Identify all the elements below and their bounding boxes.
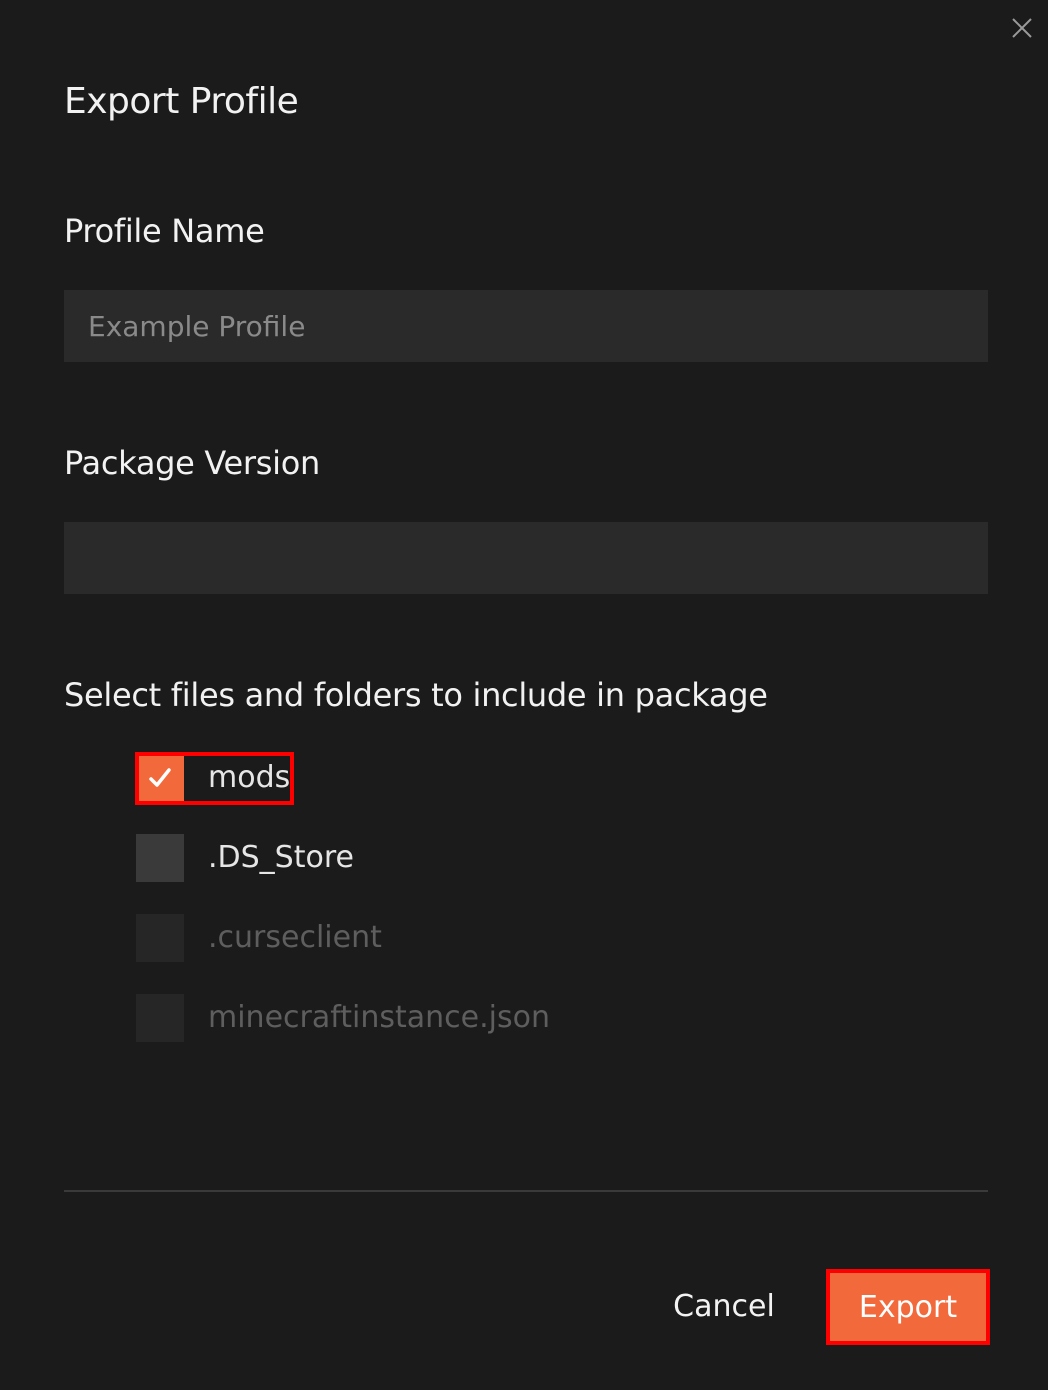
file-row-ds-store[interactable]: .DS_Store bbox=[136, 834, 354, 882]
export-button[interactable]: Export bbox=[830, 1273, 986, 1341]
mods-checkbox[interactable] bbox=[136, 754, 184, 802]
package-version-input[interactable] bbox=[64, 522, 988, 594]
profile-name-label: Profile Name bbox=[64, 212, 265, 250]
package-version-label: Package Version bbox=[64, 444, 320, 482]
minecraftinstance-checkbox bbox=[136, 994, 184, 1042]
checkmark-icon bbox=[149, 768, 171, 787]
close-button[interactable] bbox=[1004, 10, 1040, 46]
curseclient-checkbox bbox=[136, 914, 184, 962]
profile-name-input[interactable] bbox=[64, 290, 988, 362]
file-row-minecraftinstance: minecraftinstance.json bbox=[136, 994, 550, 1042]
export-profile-dialog: Export Profile Profile Name Package Vers… bbox=[0, 0, 1048, 1390]
files-section-label: Select files and folders to include in p… bbox=[64, 676, 768, 714]
file-row-mods[interactable]: mods bbox=[136, 754, 290, 802]
dialog-title: Export Profile bbox=[64, 81, 299, 122]
file-label-mods: mods bbox=[208, 760, 291, 795]
ds-store-checkbox[interactable] bbox=[136, 834, 184, 882]
file-row-curseclient: .curseclient bbox=[136, 914, 382, 962]
file-label-minecraftinstance: minecraftinstance.json bbox=[208, 1000, 550, 1035]
cancel-button[interactable]: Cancel bbox=[654, 1276, 794, 1336]
footer-divider bbox=[64, 1190, 988, 1192]
file-label-ds-store: .DS_Store bbox=[208, 840, 354, 875]
file-label-curseclient: .curseclient bbox=[208, 920, 382, 955]
close-icon bbox=[1012, 18, 1032, 38]
